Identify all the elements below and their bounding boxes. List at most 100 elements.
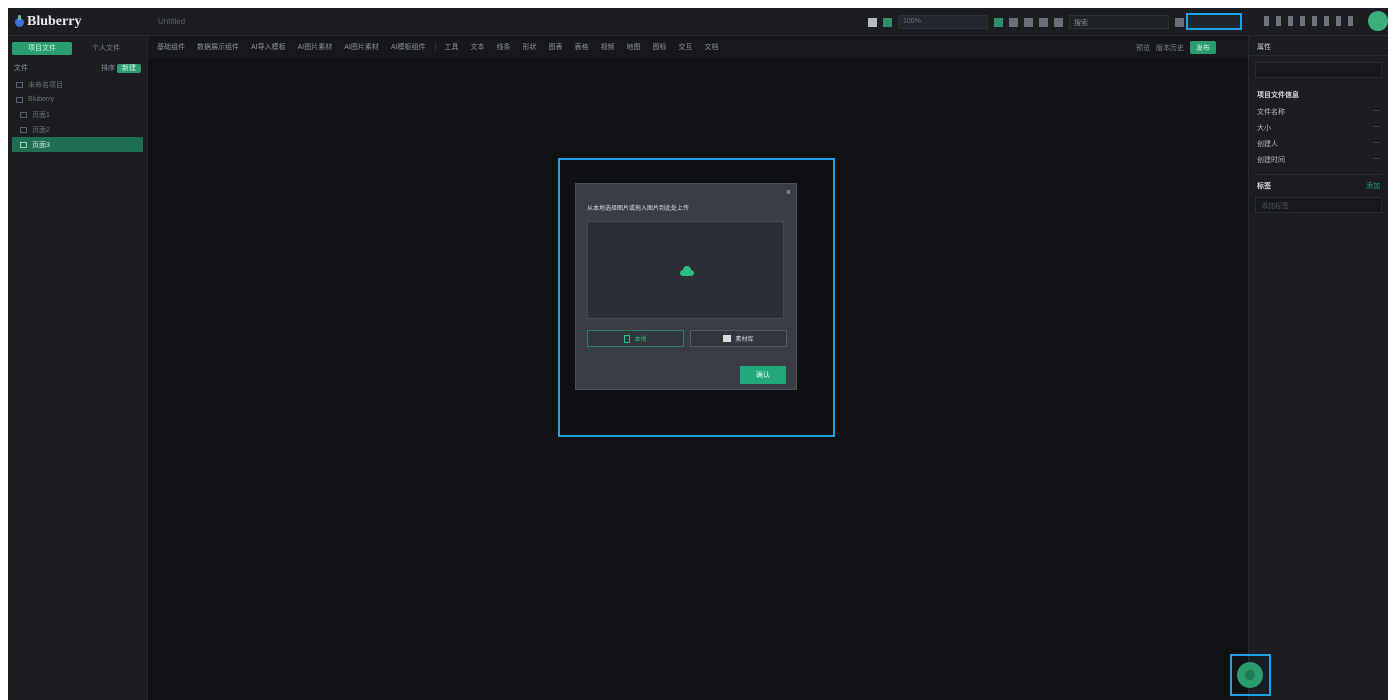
toolbar-item[interactable]: AI导入模板	[248, 40, 289, 54]
cloud-upload-icon	[680, 266, 694, 276]
tree-item[interactable]: 页面1	[8, 107, 147, 122]
local-upload-label: 本地	[634, 337, 647, 343]
preview-link[interactable]: 预览	[1136, 43, 1150, 53]
tag-input[interactable]: 添加标签	[1255, 197, 1382, 213]
logo: Bluberry	[14, 13, 81, 31]
share-icon[interactable]	[1288, 16, 1293, 26]
tree-item[interactable]: 未命名项目	[8, 77, 147, 92]
info-key: 大小	[1257, 125, 1271, 132]
grid-icon[interactable]	[994, 17, 1003, 27]
history-link[interactable]: 版本历史	[1156, 43, 1184, 53]
toolbar-item[interactable]: 数据展示组件	[194, 40, 242, 54]
chart-icon[interactable]	[1039, 17, 1048, 27]
top-toolbar: 100% 搜索	[868, 14, 1184, 30]
toolbar-item[interactable]: 线条	[494, 40, 514, 54]
toolbar-item[interactable]: 表格	[572, 40, 592, 54]
confirm-button[interactable]: 确认	[740, 366, 786, 384]
tree-item-label: 页面2	[32, 126, 50, 134]
redo-icon[interactable]	[1276, 16, 1281, 26]
info-row: 创建时间 —	[1249, 152, 1388, 168]
toolbar-item[interactable]: AI图片素材	[341, 40, 382, 54]
undo-icon[interactable]	[1264, 16, 1269, 26]
properties-panel: 属性 项目文件信息 文件名称 — 大小 — 创建人 — 创建时间 — 标签 添加…	[1248, 36, 1388, 700]
dialog-button-row: 本地 素材库	[587, 330, 787, 347]
toolbar-item[interactable]: 文本	[468, 40, 488, 54]
align-icon[interactable]	[1054, 17, 1063, 27]
toolbar-item[interactable]: 基础组件	[154, 40, 188, 54]
close-icon[interactable]: ×	[786, 187, 791, 197]
tree-item[interactable]: 页面2	[8, 122, 147, 137]
top-bar: Bluberry Untitled 100% 搜索	[8, 8, 1388, 36]
folder-icon	[16, 96, 23, 103]
info-value: —	[1373, 155, 1380, 162]
bell-icon[interactable]	[1312, 16, 1317, 26]
files-label: 文件	[14, 65, 28, 72]
settings-icon[interactable]	[1175, 17, 1184, 27]
highlighted-input[interactable]	[1186, 13, 1242, 30]
app-name: Bluberry	[27, 14, 82, 29]
avatar[interactable]	[1368, 11, 1388, 31]
panel-search-input[interactable]	[1255, 62, 1382, 78]
toolbar-item[interactable]: 地图	[624, 40, 644, 54]
new-button[interactable]: 新建	[117, 64, 141, 73]
tab-properties[interactable]: 属性	[1249, 36, 1388, 56]
tree-item-label: 未命名项目	[28, 81, 63, 89]
tags-label: 标签	[1257, 183, 1271, 190]
sidebar-tabs: 项目文件 个人文件	[8, 36, 147, 59]
document-title[interactable]: Untitled	[158, 17, 185, 26]
tree-item-active[interactable]: 页面3	[12, 137, 143, 152]
toolbar-item[interactable]: AI图片素材	[295, 40, 336, 54]
section-title: 项目文件信息	[1257, 92, 1299, 99]
file-icon[interactable]	[868, 17, 877, 27]
right-toolbar	[1264, 16, 1353, 26]
play-icon[interactable]	[883, 17, 892, 27]
local-upload-button[interactable]: 本地	[587, 330, 684, 347]
toolbar-item[interactable]: 交互	[676, 40, 696, 54]
blueberry-logo-icon	[14, 15, 24, 29]
download-icon[interactable]	[1300, 16, 1305, 26]
menu-icon[interactable]	[1336, 16, 1341, 26]
image-icon[interactable]	[1024, 17, 1033, 27]
info-row: 创建人 —	[1249, 136, 1388, 152]
toolbar-item[interactable]: 图表	[546, 40, 566, 54]
page-icon	[20, 126, 27, 133]
tab-personal-files[interactable]: 个人文件	[76, 42, 136, 55]
add-tag-button[interactable]: 添加	[1366, 181, 1380, 191]
toolbar-item[interactable]: 视频	[598, 40, 618, 54]
tags-header: 标签 添加	[1249, 181, 1388, 191]
page-icon	[20, 111, 27, 118]
dialog-title: 从本地选择图片或拖入图片到此处上传	[587, 206, 690, 212]
left-sidebar: 项目文件 个人文件 文件 排序 新建 未命名项目 Bluberry 页面1 页面…	[8, 36, 148, 700]
asset-library-label: 素材库	[735, 337, 754, 343]
tree-item-label: Bluberry	[28, 96, 55, 103]
publish-button[interactable]: 发布	[1190, 41, 1216, 54]
search-input[interactable]: 搜索	[1069, 15, 1169, 29]
tree-item-label: 页面3	[32, 141, 50, 149]
more-icon[interactable]	[1348, 16, 1353, 26]
sort-button[interactable]: 排序	[101, 65, 115, 72]
component-toolbar: 基础组件 数据展示组件 AI导入模板 AI图片素材 AI图片素材 AI模板组件 …	[148, 36, 1248, 58]
app-window: Bluberry Untitled 100% 搜索 基础组件 数据展示组件 AI…	[8, 8, 1388, 700]
layout-icon[interactable]	[1009, 17, 1018, 27]
toolbar-item[interactable]: AI模板组件	[388, 40, 429, 54]
tree-item-label: 页面1	[32, 111, 50, 119]
info-value: —	[1373, 123, 1380, 130]
upload-dropzone[interactable]	[587, 221, 784, 319]
tab-project-files[interactable]: 项目文件	[12, 42, 72, 55]
floating-action-button[interactable]	[1237, 662, 1263, 688]
toolbar-item[interactable]: 形状	[520, 40, 540, 54]
toolbar-item[interactable]: 图标	[650, 40, 670, 54]
divider	[1255, 174, 1382, 175]
folder-icon	[723, 335, 732, 342]
zoom-field[interactable]: 100%	[898, 15, 988, 29]
toolbar-item[interactable]: 文档	[702, 40, 722, 54]
info-value: —	[1373, 107, 1380, 114]
help-icon[interactable]	[1324, 16, 1329, 26]
divider	[434, 42, 436, 52]
toolbar-item[interactable]: 工具	[442, 40, 462, 54]
info-key: 文件名称	[1257, 109, 1285, 116]
info-key: 创建人	[1257, 141, 1278, 148]
asset-library-button[interactable]: 素材库	[690, 330, 787, 347]
file-icon	[624, 334, 631, 343]
tree-item[interactable]: Bluberry	[8, 92, 147, 107]
